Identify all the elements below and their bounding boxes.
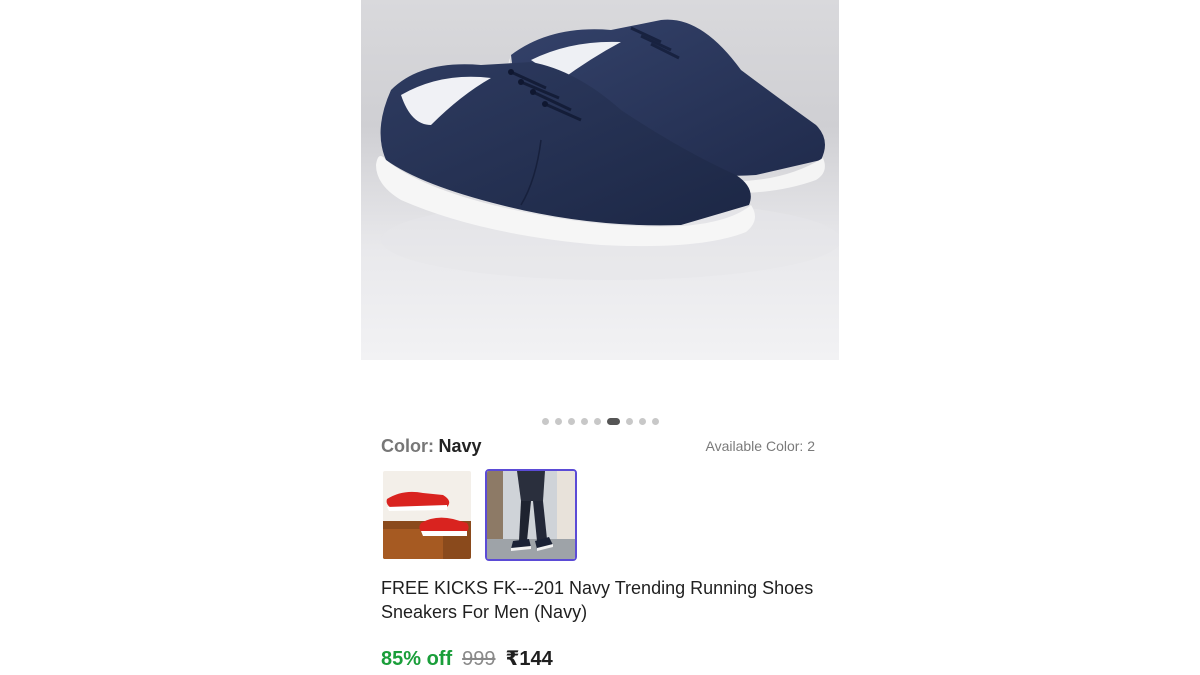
carousel-dot[interactable] [554, 417, 562, 425]
discount-badge: 85% off [381, 648, 453, 670]
color-value: Navy [438, 435, 482, 456]
carousel-dot[interactable] [541, 417, 549, 425]
red-shoe-thumbnail [383, 471, 471, 559]
carousel-dot[interactable] [567, 417, 575, 425]
carousel-dot[interactable] [651, 417, 659, 425]
product-image[interactable] [361, 0, 839, 360]
color-row: Color: Navy Available Color: 2 [381, 434, 815, 458]
swatch-navy[interactable] [485, 469, 577, 561]
carousel-dot-active[interactable] [606, 417, 620, 425]
color-swatches [381, 469, 577, 561]
color-label: Color: [381, 435, 434, 456]
original-price: 999 [462, 648, 496, 670]
carousel-dot[interactable] [638, 417, 646, 425]
product-panel: Color: Navy Available Color: 2 FREE KICK… [361, 0, 839, 675]
carousel-dot[interactable] [625, 417, 633, 425]
swatch-red[interactable] [381, 469, 473, 561]
carousel-dot[interactable] [593, 417, 601, 425]
price-row: 85% off 999 ₹144 [381, 646, 553, 671]
carousel-indicator[interactable] [361, 416, 839, 426]
available-colors: Available Color: 2 [705, 438, 815, 454]
carousel-dot[interactable] [580, 417, 588, 425]
product-title: FREE KICKS FK---201 Navy Trending Runnin… [381, 578, 814, 622]
navy-shoe-thumbnail [487, 471, 575, 559]
sneaker-illustration [376, 19, 839, 280]
sale-price: ₹144 [505, 648, 553, 670]
